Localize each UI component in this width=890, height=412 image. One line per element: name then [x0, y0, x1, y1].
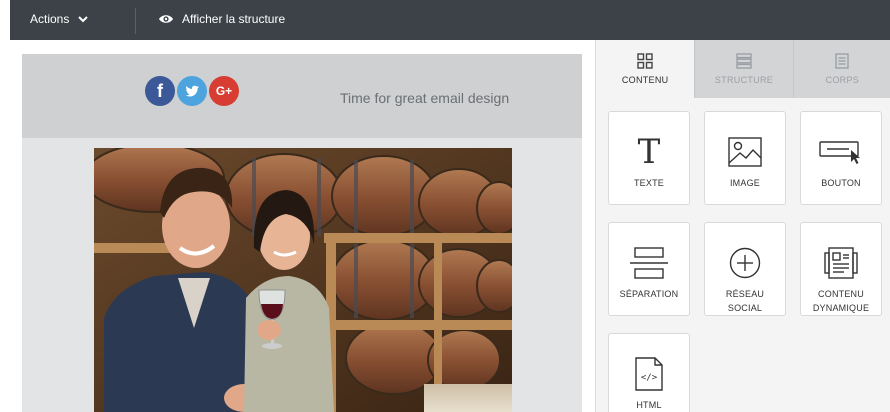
- block-contenu-dynamique[interactable]: CONTENU DYNAMIQUE: [800, 222, 882, 316]
- block-bouton-label: BOUTON: [821, 178, 861, 188]
- block-contenu-dynamique-label: CONTENU DYNAMIQUE: [812, 289, 870, 313]
- actions-menu[interactable]: Actions: [30, 12, 89, 26]
- twitter-icon[interactable]: [177, 76, 207, 106]
- rows-icon: [736, 53, 752, 69]
- page-icon: [835, 53, 850, 69]
- button-icon: [819, 141, 860, 164]
- facebook-glyph: f: [157, 80, 163, 101]
- svg-text:</>: </>: [641, 373, 658, 383]
- email-hero-image[interactable]: [94, 148, 512, 412]
- image-icon: [728, 137, 762, 167]
- block-separation-label: SÉPARATION: [619, 289, 679, 299]
- blocks-panel: CONTENU STRUCTURE CORPS T TEXTE IMAGE BO…: [595, 40, 890, 412]
- dynamic-content-icon: [824, 247, 858, 279]
- block-image[interactable]: IMAGE: [704, 111, 786, 205]
- tab-corps[interactable]: CORPS: [792, 40, 890, 98]
- social-icons: f G+: [145, 76, 239, 106]
- block-reseau-social-label: RÉSEAU SOCIAL: [725, 289, 765, 313]
- block-html-label: HTML: [636, 400, 662, 410]
- facebook-icon[interactable]: f: [145, 76, 175, 106]
- email-canvas: f G+ Time for great email design: [10, 40, 595, 412]
- block-image-label: IMAGE: [729, 178, 760, 188]
- eye-icon: [159, 15, 173, 23]
- panel-tabs: CONTENU STRUCTURE CORPS: [596, 40, 890, 98]
- email-body: f G+ Time for great email design: [22, 54, 582, 412]
- block-texte-label: TEXTE: [633, 178, 664, 188]
- toolbar: Actions Afficher la structure: [10, 0, 890, 40]
- tab-contenu-label: CONTENU: [621, 75, 669, 85]
- block-texte[interactable]: T TEXTE: [608, 111, 690, 205]
- tab-contenu[interactable]: CONTENU: [596, 40, 695, 98]
- block-bouton[interactable]: BOUTON: [800, 111, 882, 205]
- text-icon: T: [637, 132, 661, 172]
- wine-cellar-photo: [94, 148, 512, 412]
- toolbar-divider: [135, 8, 136, 34]
- block-html[interactable]: </> HTML: [608, 333, 690, 412]
- email-editor: Actions Afficher la structure f G+ Time …: [0, 0, 890, 412]
- google-plus-glyph: G+: [215, 84, 233, 98]
- block-separation[interactable]: SÉPARATION: [608, 222, 690, 316]
- social-network-icon: [729, 247, 761, 279]
- grid-icon: [637, 53, 653, 69]
- chevron-down-icon: [78, 16, 89, 23]
- email-header-block[interactable]: f G+ Time for great email design: [22, 54, 582, 138]
- google-plus-icon[interactable]: G+: [209, 76, 239, 106]
- separator-icon: [630, 247, 668, 279]
- twitter-bird-icon: [185, 85, 199, 97]
- tab-structure-label: STRUCTURE: [714, 75, 774, 85]
- header-title: Time for great email design: [340, 90, 510, 106]
- actions-label: Actions: [30, 12, 70, 26]
- show-structure-button[interactable]: Afficher la structure: [158, 12, 285, 26]
- show-structure-label: Afficher la structure: [182, 12, 286, 26]
- html-icon: </>: [635, 357, 663, 391]
- tab-corps-label: CORPS: [825, 75, 860, 85]
- block-reseau-social[interactable]: RÉSEAU SOCIAL: [704, 222, 786, 316]
- tab-structure[interactable]: STRUCTURE: [694, 40, 793, 98]
